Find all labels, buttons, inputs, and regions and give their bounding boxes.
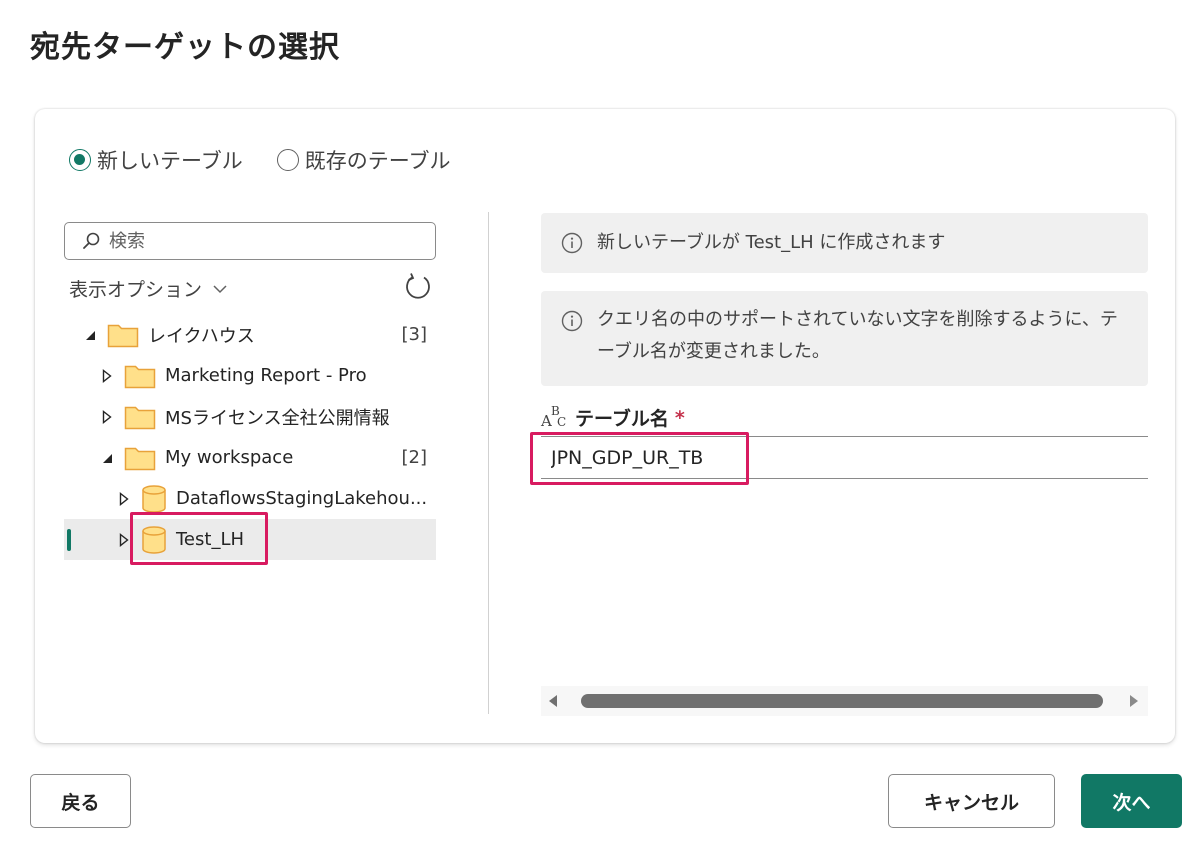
radio-existing-table-indicator[interactable] xyxy=(276,149,299,171)
info-message-text: 新しいテーブルが Test_LH に作成されます xyxy=(597,232,946,253)
back-button[interactable]: 戻る xyxy=(30,774,131,828)
tree-item-ms-license[interactable]: MSライセンス全社公開情報 xyxy=(64,396,436,437)
info-message-text: クエリ名の中のサポートされていない文字を削除するように、テーブル名が変更されまし… xyxy=(597,309,1118,362)
collapsed-triangle-icon[interactable] xyxy=(101,368,113,383)
scroll-left-arrow-icon[interactable] xyxy=(541,694,565,708)
expanded-triangle-icon[interactable] xyxy=(84,328,96,342)
collapsed-triangle-icon[interactable] xyxy=(118,491,130,506)
tree-item-label: MSライセンス全社公開情報 xyxy=(165,407,390,429)
view-options-label: 表示オプション xyxy=(69,279,203,301)
expanded-triangle-icon[interactable] xyxy=(101,451,113,465)
collapsed-triangle-icon[interactable] xyxy=(118,532,130,547)
folder-icon xyxy=(124,404,156,430)
cancel-button[interactable]: キャンセル xyxy=(888,774,1055,828)
info-message-target: 新しいテーブルが Test_LH に作成されます xyxy=(541,213,1148,273)
panel-divider xyxy=(488,212,489,714)
scrollbar-thumb[interactable] xyxy=(581,694,1103,708)
tree-item-label: DataflowsStagingLakehou... xyxy=(176,488,428,509)
tree-item-label: Marketing Report - Pro xyxy=(165,365,367,386)
folder-icon xyxy=(124,363,156,389)
info-message-rename: クエリ名の中のサポートされていない文字を削除するように、テーブル名が変更されまし… xyxy=(541,291,1148,386)
tree-item-lakehouse-root[interactable]: レイクハウス [3] xyxy=(64,314,436,355)
tree-item-dataflows-staging[interactable]: DataflowsStagingLakehou... xyxy=(64,478,436,519)
item-count: [2] xyxy=(401,447,428,468)
scroll-right-arrow-icon[interactable] xyxy=(1122,694,1146,708)
tree-item-marketing-report[interactable]: Marketing Report - Pro xyxy=(64,355,436,396)
radio-new-table[interactable]: 新しいテーブル xyxy=(69,145,243,175)
tree-item-my-workspace[interactable]: My workspace [2] xyxy=(64,437,436,478)
horizontal-scrollbar[interactable] xyxy=(541,686,1148,716)
search-box[interactable] xyxy=(64,222,436,260)
text-type-icon-c: C xyxy=(557,414,567,429)
lakehouse-icon xyxy=(141,525,167,555)
item-count: [3] xyxy=(401,324,428,345)
required-marker: * xyxy=(674,406,685,429)
chevron-down-icon xyxy=(213,284,227,293)
folder-icon xyxy=(124,445,156,471)
text-type-icon: A B C xyxy=(541,404,567,430)
lakehouse-tree: レイクハウス [3] Marketing Report - Pro MSライセン… xyxy=(64,314,436,560)
info-icon xyxy=(561,232,583,254)
destination-card: 新しいテーブル 既存のテーブル 表示オプション xyxy=(35,109,1175,743)
table-mode-radio-group: 新しいテーブル 既存のテーブル xyxy=(69,145,485,175)
lakehouse-icon xyxy=(141,484,167,514)
tree-item-label: レイクハウス xyxy=(148,325,255,347)
folder-icon xyxy=(107,322,139,348)
radio-new-table-indicator[interactable] xyxy=(69,149,91,171)
tree-item-test-lh[interactable]: Test_LH xyxy=(64,519,436,560)
radio-existing-table-label: 既存のテーブル xyxy=(304,149,451,173)
table-name-input[interactable] xyxy=(541,437,1148,479)
info-icon xyxy=(561,310,583,332)
view-options-dropdown[interactable]: 表示オプション xyxy=(69,275,228,302)
collapsed-triangle-icon[interactable] xyxy=(101,409,113,424)
next-button[interactable]: 次へ xyxy=(1081,774,1182,828)
table-name-label-text: テーブル名 xyxy=(575,408,669,430)
tree-item-label: My workspace xyxy=(165,447,294,468)
page-title: 宛先ターゲットの選択 xyxy=(30,30,340,65)
search-input[interactable] xyxy=(109,230,409,252)
tree-item-label: Test_LH xyxy=(176,529,245,550)
table-name-label: A B C テーブル名 * xyxy=(541,404,685,431)
search-icon xyxy=(83,232,100,249)
radio-new-table-label: 新しいテーブル xyxy=(97,149,243,173)
refresh-icon[interactable] xyxy=(403,272,433,302)
radio-existing-table[interactable]: 既存のテーブル xyxy=(276,145,451,175)
